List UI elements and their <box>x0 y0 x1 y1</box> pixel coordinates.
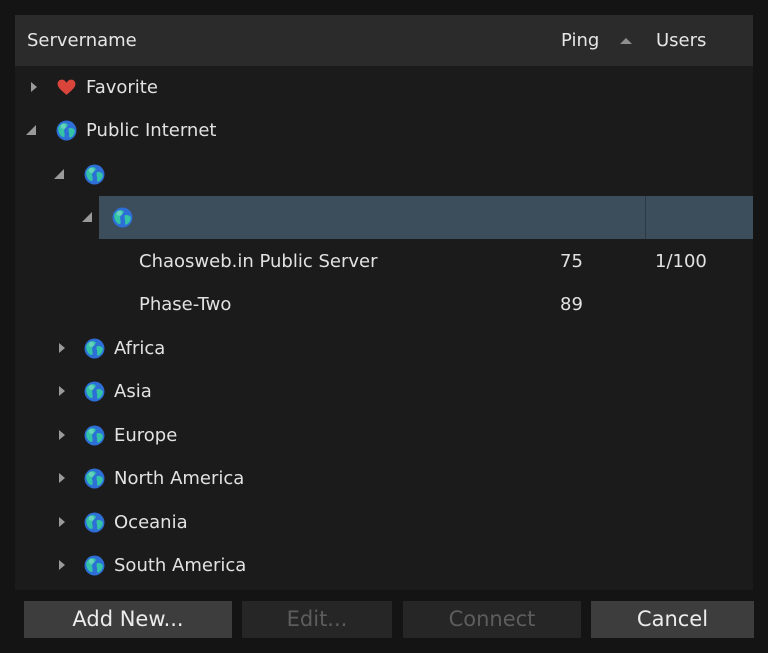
globe-icon <box>84 555 105 576</box>
tree-item-label: South America <box>114 555 247 576</box>
expand-arrow-icon[interactable] <box>55 471 69 485</box>
cancel-button[interactable]: Cancel <box>591 601 754 638</box>
server-browser-dialog: Servername Ping Users Favorite Public In… <box>0 0 768 653</box>
globe-icon <box>112 207 133 228</box>
tree-item-region[interactable]: Africa <box>15 327 753 370</box>
server-row[interactable]: Phase-Two 89 <box>15 283 753 326</box>
heart-icon <box>57 79 76 95</box>
globe-icon <box>84 512 105 533</box>
tree-item-label: North America <box>114 468 245 489</box>
tree-item-region[interactable]: North America <box>15 457 753 500</box>
tree-item-label: Favorite <box>86 77 158 98</box>
server-name: Phase-Two <box>139 294 232 315</box>
collapse-arrow-icon[interactable] <box>24 123 38 137</box>
tree-item-label: Oceania <box>114 512 188 533</box>
tree-item-label: Asia <box>114 381 152 402</box>
header-ping[interactable]: Ping <box>561 15 599 66</box>
expand-arrow-icon[interactable] <box>55 428 69 442</box>
server-name: Chaosweb.in Public Server <box>139 251 378 272</box>
tree-item-region[interactable]: Europe <box>15 414 753 457</box>
expand-arrow-icon[interactable] <box>55 341 69 355</box>
tree-item-region[interactable]: South America <box>15 544 753 587</box>
collapse-arrow-icon[interactable] <box>80 210 94 224</box>
tree-item-public-internet[interactable]: Public Internet <box>15 109 753 152</box>
globe-icon <box>56 120 77 141</box>
column-divider <box>645 196 646 239</box>
column-header: Servername Ping Users <box>15 15 753 66</box>
server-tree[interactable]: Servername Ping Users Favorite Public In… <box>15 15 753 590</box>
server-users: 1/100 <box>655 251 707 272</box>
globe-icon <box>84 468 105 489</box>
connect-button[interactable]: Connect <box>403 601 581 638</box>
tree-item-favorite[interactable]: Favorite <box>15 66 753 109</box>
edit-button[interactable]: Edit... <box>242 601 392 638</box>
sort-ascending-icon[interactable] <box>619 37 633 45</box>
collapse-arrow-icon[interactable] <box>52 167 66 181</box>
tree-item-region[interactable]: Asia <box>15 370 753 413</box>
server-ping: 75 <box>560 251 583 272</box>
add-new-button[interactable]: Add New... <box>24 601 232 638</box>
globe-icon <box>84 425 105 446</box>
selection-highlight <box>99 196 753 239</box>
tree-item-label: Africa <box>114 338 166 359</box>
expand-arrow-icon[interactable] <box>55 384 69 398</box>
expand-arrow-icon[interactable] <box>55 558 69 572</box>
tree-item-unnamed-subgroup[interactable] <box>15 196 753 239</box>
header-users[interactable]: Users <box>656 15 706 66</box>
tree-item-region[interactable]: Oceania <box>15 501 753 544</box>
expand-arrow-icon[interactable] <box>55 515 69 529</box>
globe-icon <box>84 381 105 402</box>
tree-item-label: Europe <box>114 425 178 446</box>
globe-icon <box>84 164 105 185</box>
expand-arrow-icon[interactable] <box>27 80 41 94</box>
tree-item-label: Public Internet <box>86 120 217 141</box>
server-ping: 89 <box>560 294 583 315</box>
tree-item-unnamed-group[interactable] <box>15 153 753 196</box>
server-row[interactable]: Chaosweb.in Public Server 75 1/100 <box>15 240 753 283</box>
globe-icon <box>84 338 105 359</box>
header-servername[interactable]: Servername <box>27 15 137 66</box>
